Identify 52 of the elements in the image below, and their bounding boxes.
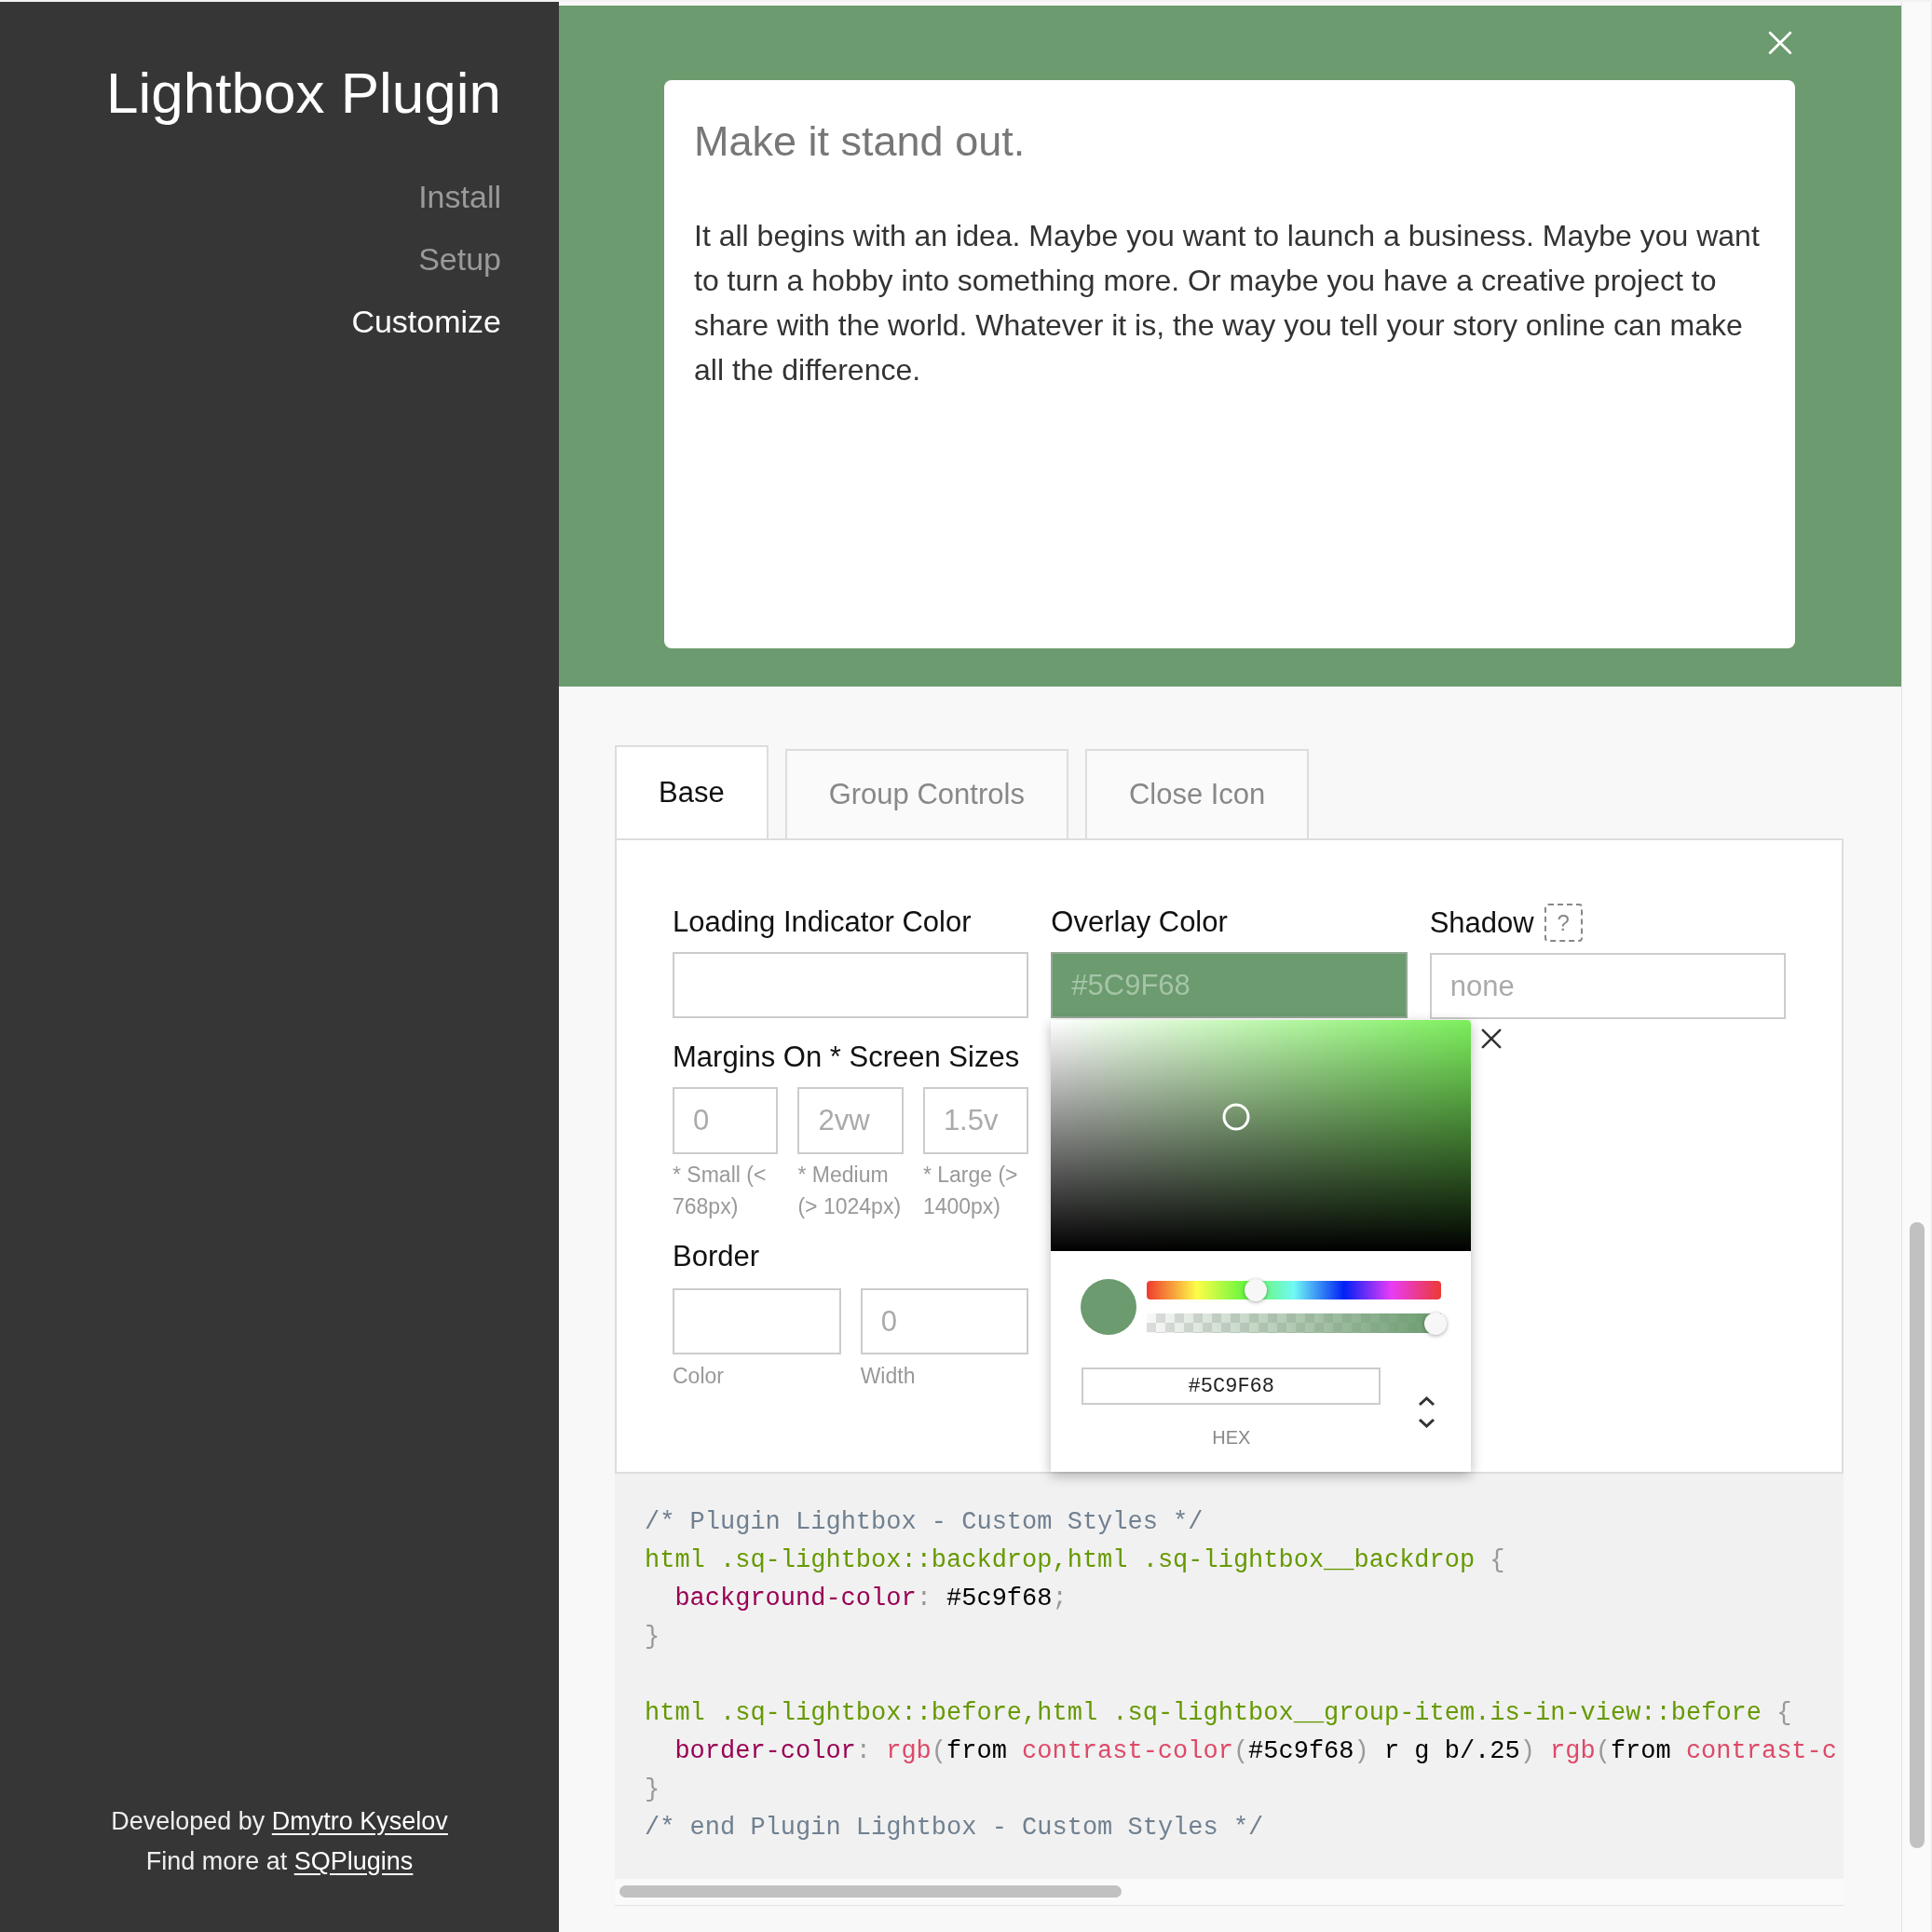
saturation-gradient[interactable] bbox=[1051, 1020, 1472, 1251]
tab[interactable]: Close Icon bbox=[1084, 749, 1310, 840]
field-hint: Color bbox=[673, 1363, 724, 1390]
nav-link[interactable]: Customize bbox=[351, 291, 501, 353]
opacity-slider-thumb[interactable] bbox=[1424, 1313, 1448, 1335]
help-button[interactable]: ? bbox=[1544, 904, 1583, 942]
scrollbar-track[interactable] bbox=[1901, 2, 1932, 1932]
hex-input-field[interactable]: #5C9F68 bbox=[1082, 1367, 1381, 1405]
nav-link[interactable]: Setup bbox=[418, 228, 501, 291]
field-label: Loading Indicator Color bbox=[673, 905, 972, 940]
field-label: Shadow bbox=[1429, 905, 1534, 941]
field-hint: * Medium (> 1024px) bbox=[797, 1162, 903, 1220]
format-label: HEX bbox=[1212, 1426, 1251, 1449]
input-field[interactable]: 0 bbox=[673, 1087, 779, 1154]
field-label: Margins On * Screen Sizes bbox=[673, 1040, 1020, 1075]
app-title: Lightbox Plugin bbox=[105, 60, 502, 127]
footer-text: Developed by bbox=[111, 1806, 265, 1837]
field-hint: * Large (> 1400px) bbox=[922, 1162, 1019, 1220]
code-line: /* end Plugin Lightbox - Custom Styles */ bbox=[645, 1813, 1264, 1844]
code-line: border-color: rgb(from contrast-color(#5c9f68) r g b/.25) rgb(from contrast-c bbox=[674, 1736, 1837, 1767]
code-line: } bbox=[645, 1622, 660, 1653]
input-field[interactable]: 2vw bbox=[797, 1087, 904, 1154]
hue-slider-thumb[interactable] bbox=[1244, 1279, 1267, 1301]
scrollbar-thumb[interactable] bbox=[1909, 1222, 1925, 1848]
selector-ring-icon[interactable] bbox=[1222, 1103, 1251, 1131]
card-title: Make it stand out. bbox=[694, 116, 1027, 167]
card-text: It all begins with an idea. Maybe you want to launch a business. Maybe you want to turn a hobby into something more. Or maybe you have a creative project to share with the world. Whatever it is, the way you tell your story online can make all the difference. bbox=[694, 218, 1761, 388]
field-label: Border bbox=[673, 1239, 760, 1274]
tab[interactable]: Group Controls bbox=[784, 749, 1068, 840]
tab[interactable]: Base bbox=[615, 745, 769, 840]
footer-link[interactable]: Dmytro Kyselov bbox=[271, 1802, 448, 1842]
field-hint: Width bbox=[860, 1363, 916, 1390]
close-icon[interactable] bbox=[1481, 1028, 1503, 1049]
code-line: background-color: #5c9f68; bbox=[674, 1584, 1068, 1614]
code-line: /* Plugin Lightbox - Custom Styles */ bbox=[645, 1507, 1204, 1538]
field-label: Overlay Color bbox=[1051, 905, 1228, 940]
input-field[interactable] bbox=[673, 952, 1029, 1018]
nav-link[interactable]: Install bbox=[418, 166, 501, 228]
footer-link[interactable]: SQPlugins bbox=[293, 1842, 414, 1882]
field-hint: * Small (< 768px) bbox=[673, 1162, 768, 1220]
input-field[interactable] bbox=[673, 1288, 841, 1354]
code-line: } bbox=[645, 1775, 660, 1805]
scrollbar-thumb[interactable] bbox=[619, 1885, 1122, 1898]
input-field[interactable]: none bbox=[1429, 953, 1786, 1019]
opacity-slider[interactable] bbox=[1147, 1313, 1448, 1335]
input-field[interactable]: 1.5v bbox=[922, 1087, 1029, 1154]
code-line: html .sq-lightbox::before,html .sq-lightbox__group-item.is-in-view::before { bbox=[645, 1698, 1792, 1729]
code-line: html .sq-lightbox::backdrop,html .sq-lightbox__backdrop { bbox=[645, 1545, 1505, 1576]
input-field[interactable]: 0 bbox=[860, 1288, 1029, 1354]
footer-text: Find more at bbox=[145, 1846, 288, 1877]
chevron-up-down-icon[interactable] bbox=[1418, 1395, 1436, 1429]
color-swatch-icon bbox=[1081, 1279, 1137, 1335]
